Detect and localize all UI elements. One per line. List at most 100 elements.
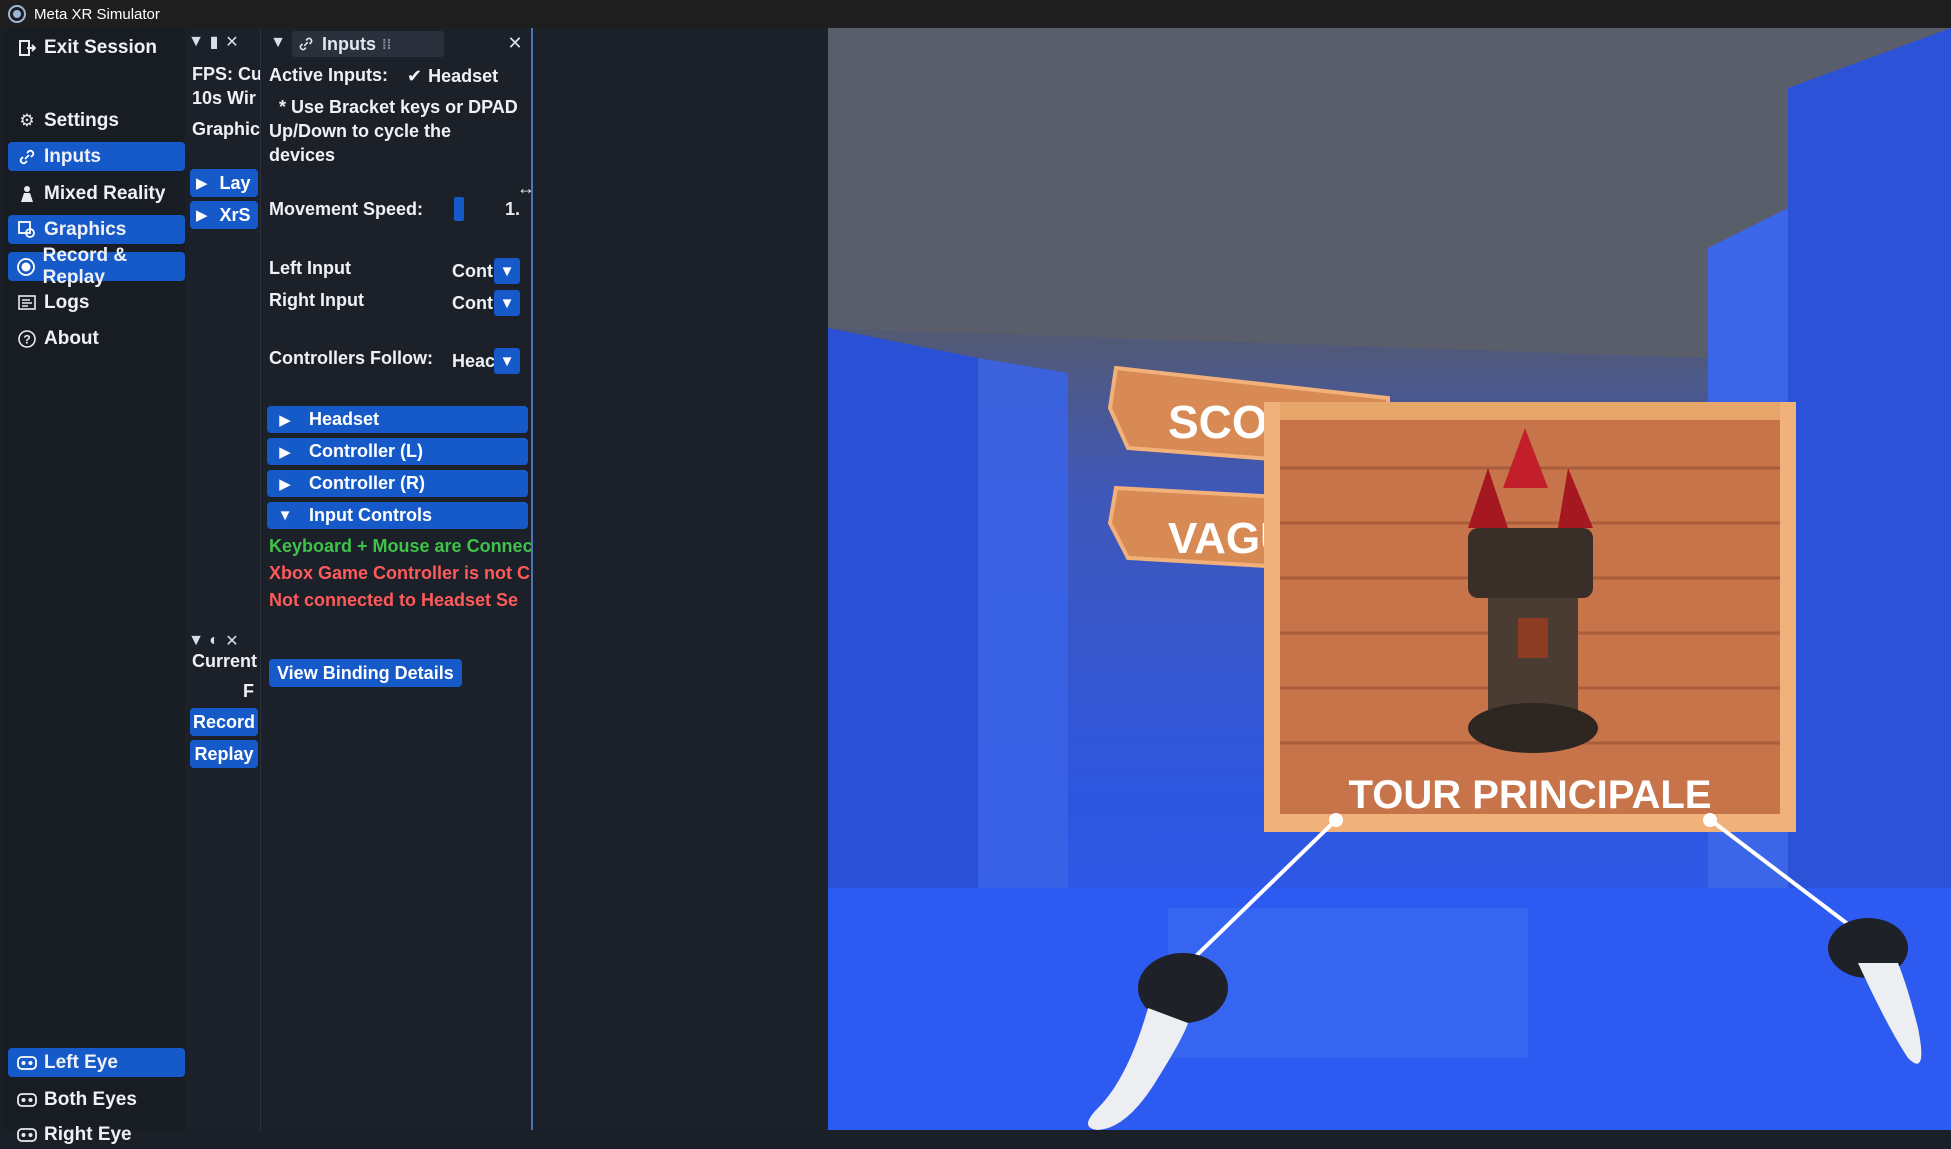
drag-handle-icon[interactable]: ⁞⁞ — [382, 36, 391, 52]
close-icon[interactable]: ✕ — [221, 32, 243, 52]
layers-button-label: Lay — [219, 172, 251, 193]
status-headset-server: Not connected to Headset Se — [269, 590, 519, 610]
vr-scene: SCOI VAGU TOUR PRINCIPALE — [828, 28, 1951, 1130]
sign-top-text: SCOI — [1168, 396, 1280, 448]
replay-button[interactable]: Replay — [190, 740, 258, 768]
section-input-controls[interactable]: ▼ Input Controls — [267, 502, 528, 529]
movement-speed-label: Movement Speed: — [269, 199, 424, 219]
sidebar-item-label: Settings — [44, 109, 119, 131]
check-icon: ✔ — [407, 66, 423, 86]
left-input-dropdown[interactable]: Cont ▼ — [452, 258, 520, 284]
headset-icon — [16, 1124, 38, 1146]
chevron-down-icon: ▼ — [494, 258, 520, 284]
slider-grab[interactable] — [454, 197, 464, 221]
expand-arrow-icon: ▶ — [279, 443, 291, 461]
sidebar-item-logs[interactable]: Logs — [8, 288, 185, 317]
movement-speed-slider[interactable]: 1. — [454, 197, 520, 223]
window-title: Meta XR Simulator — [34, 5, 160, 23]
left-input-label: Left Input — [269, 258, 351, 278]
left-ray-endpoint — [1329, 813, 1343, 827]
hint-line-2: Up/Down to cycle the — [269, 121, 452, 141]
section-headset[interactable]: ▶ Headset — [267, 406, 528, 433]
left-input-value: Cont — [452, 260, 493, 281]
gear-icon: ⚙ — [19, 110, 35, 130]
collapse-icon[interactable]: ▼ — [267, 34, 289, 52]
sidebar-item-record-replay[interactable]: Record & Replay — [8, 245, 185, 288]
right-input-dropdown[interactable]: Cont ▼ — [452, 290, 520, 316]
sidebar-item-about[interactable]: ? About — [8, 324, 185, 353]
link-icon — [16, 146, 38, 168]
current-text: Current — [192, 651, 258, 671]
stats-panel-header: ▼ ▮ ✕ — [185, 28, 260, 56]
title-bar: Meta XR Simulator — [0, 0, 1951, 28]
graphics-stat-text: Graphic — [192, 119, 261, 139]
chevron-down-icon: ▼ — [494, 348, 520, 374]
hint-line-3: devices — [269, 145, 336, 165]
controllers-follow-value: Heac — [452, 350, 496, 371]
sidebar-item-label: Both Eyes — [44, 1088, 137, 1110]
section-controller-left[interactable]: ▶ Controller (L) — [267, 438, 528, 465]
sidebar-item-label: Right Eye — [44, 1123, 132, 1145]
exit-icon — [16, 37, 38, 59]
sidebar-item-label: Exit Session — [44, 36, 157, 58]
hint-line-1: * Use Bracket keys or DPAD — [279, 97, 518, 117]
expand-arrow-icon: ▶ — [279, 411, 291, 429]
sidebar-item-right-eye[interactable]: Right Eye — [8, 1120, 185, 1149]
person-icon — [16, 183, 38, 205]
empty-area — [535, 28, 828, 1130]
f-text: F — [243, 681, 254, 701]
sidebar-item-label: Record & Replay — [42, 244, 128, 288]
movement-speed-value: 1. — [504, 199, 520, 219]
close-icon[interactable]: ✕ — [504, 33, 526, 54]
sidebar-item-graphics[interactable]: Graphics — [8, 215, 185, 244]
collapse-icon[interactable]: ▼ — [185, 33, 207, 51]
expand-arrow-icon: ▶ — [279, 475, 291, 493]
status-keyboard-mouse: Keyboard + Mouse are Connec — [269, 536, 533, 556]
tab-inputs[interactable]: Inputs ⁞⁞ — [292, 31, 444, 57]
section-label: Controller (L) — [309, 441, 423, 461]
panel-tab-icon[interactable]: ▮ — [207, 32, 221, 52]
section-label: Headset — [309, 409, 380, 429]
collapse-icon[interactable]: ▼ — [185, 632, 207, 650]
logs-icon — [16, 292, 38, 314]
resize-cursor-icon: ↔ — [517, 178, 531, 199]
xrs-button-label: XrS — [219, 204, 251, 225]
sidebar-item-label: Logs — [44, 291, 90, 313]
sidebar-item-label: Mixed Reality — [44, 182, 166, 204]
inputs-panel-header: ▼ Inputs ⁞⁞ ✕ — [262, 28, 531, 58]
right-ray-endpoint — [1703, 813, 1717, 827]
active-device-value: Headset — [428, 66, 499, 86]
sidebar-item-label: About — [44, 327, 99, 349]
record-icon — [16, 256, 37, 278]
sidebar-item-settings[interactable]: ⚙ Settings — [8, 106, 185, 135]
window-stat-text: 10s Wir — [192, 88, 256, 108]
layers-button[interactable]: ▶ Lay — [190, 169, 258, 197]
active-device: ✔ Headset — [407, 66, 498, 87]
link-icon — [298, 36, 314, 52]
graphics-icon — [16, 219, 38, 241]
panel-tab-icon[interactable]: ◐ — [207, 632, 221, 650]
sidebar-item-both-eyes[interactable]: Both Eyes — [8, 1085, 185, 1114]
svg-text:?: ? — [23, 332, 30, 346]
xrs-button[interactable]: ▶ XrS — [190, 201, 258, 229]
collapse-arrow-icon: ▼ — [277, 507, 293, 524]
board-label-text: TOUR PRINCIPALE — [1349, 773, 1712, 817]
close-icon[interactable]: ✕ — [221, 631, 243, 651]
stats-panel: ▼ ▮ ✕ FPS: Cu 10s Wir Graphic ▶ Lay ▶ Xr… — [185, 28, 261, 1130]
sidebar-item-mixed-reality[interactable]: Mixed Reality — [8, 179, 185, 208]
sidebar-item-left-eye[interactable]: Left Eye — [8, 1048, 185, 1077]
vr-viewport[interactable]: SCOI VAGU TOUR PRINCIPALE — [828, 28, 1951, 1130]
section-label: Input Controls — [309, 505, 432, 525]
sidebar-item-inputs[interactable]: Inputs — [8, 142, 185, 171]
app-logo-icon — [8, 5, 26, 23]
inputs-panel: ▼ Inputs ⁞⁞ ✕ Active Inputs: ✔ Headset * … — [262, 28, 533, 1130]
view-binding-details-button[interactable]: View Binding Details — [269, 659, 462, 687]
record-button[interactable]: Record — [190, 708, 258, 736]
sidebar-item-label: Left Eye — [44, 1051, 118, 1073]
section-controller-right[interactable]: ▶ Controller (R) — [267, 470, 528, 497]
tab-title: Inputs — [322, 33, 376, 54]
section-label: Controller (R) — [309, 473, 425, 493]
right-input-value: Cont — [452, 292, 493, 313]
sidebar-item-exit-session[interactable]: Exit Session — [8, 33, 185, 62]
controllers-follow-dropdown[interactable]: Heac ▼ — [452, 348, 520, 374]
